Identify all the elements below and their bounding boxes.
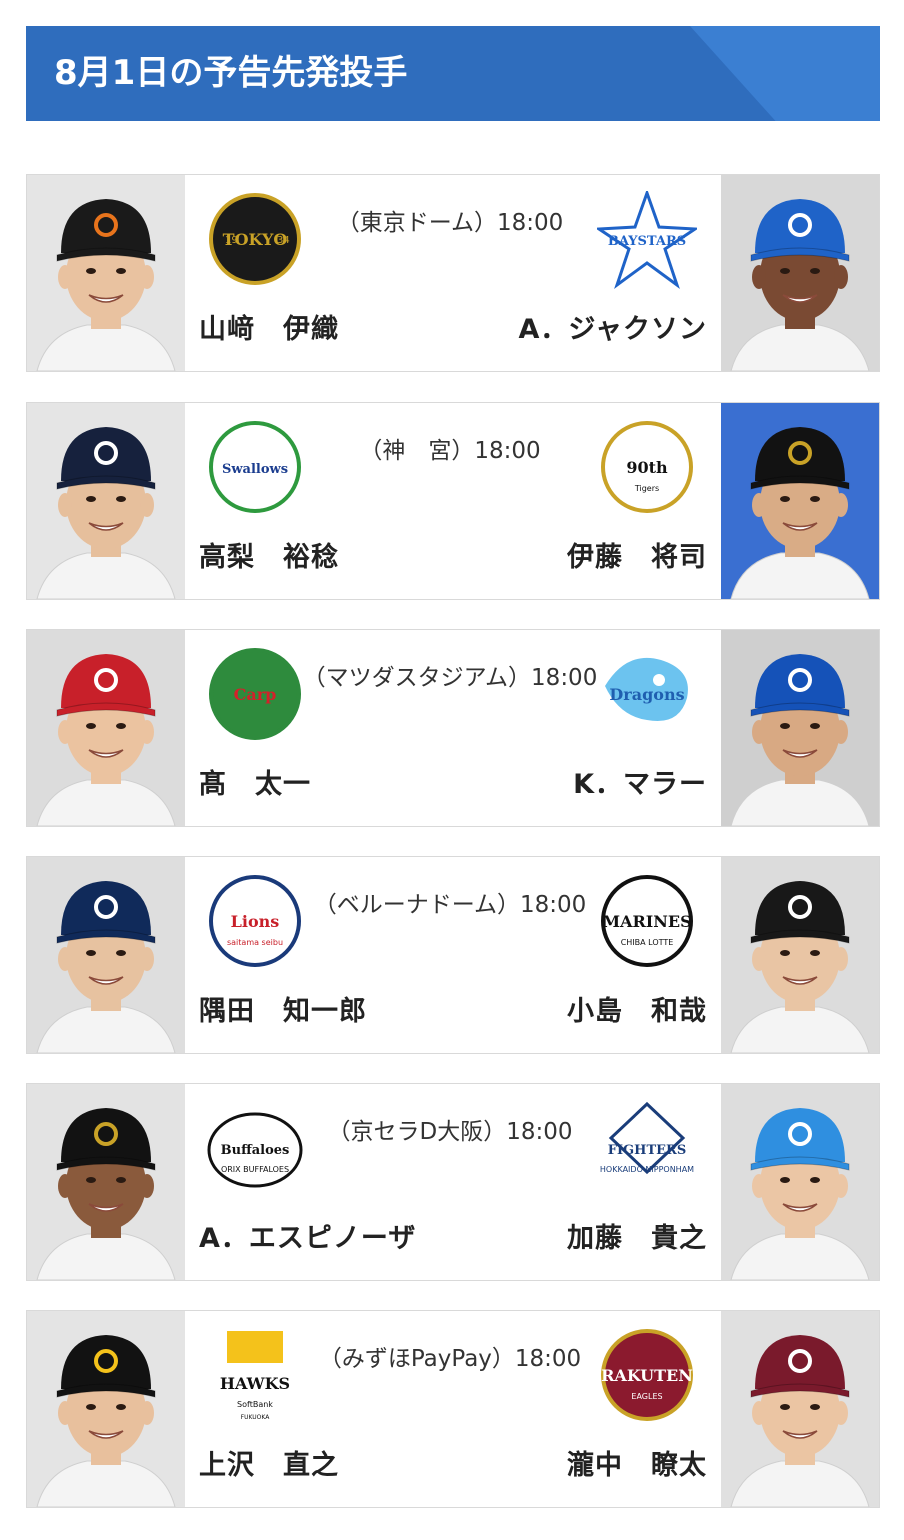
carp-logo-wordmark: Carp: [234, 685, 277, 704]
away-pitcher-name[interactable]: 小島 和哉: [567, 989, 707, 1028]
svg-text:FUKUOKA: FUKUOKA: [241, 1414, 271, 1421]
page-header: 8月1日の予告先発投手: [26, 26, 880, 121]
away-pitcher-photo: [721, 857, 879, 1053]
game-card[interactable]: HAWKS SoftBank FUKUOKA RAKUTEN EAGLES （みずほPay…: [26, 1310, 880, 1508]
away-pitcher-photo: [721, 1311, 879, 1507]
game-card[interactable]: Carp Dragons （マツダスタジアム）18:00 髙 太一 K．マラー: [26, 629, 880, 827]
hawks-logo-wordmark: HAWKS: [220, 1374, 290, 1393]
home-pitcher-name[interactable]: 山﨑 伊織: [199, 307, 339, 346]
game-card[interactable]: Buffaloes ORIX BUFFALOES FIGHTERS HOKKAIDO …: [26, 1083, 880, 1281]
home-pitcher-photo: [27, 630, 185, 826]
eagles-logo-subtext: EAGLES: [631, 1392, 662, 1401]
marines-logo-subtext: CHIBA LOTTE: [621, 938, 674, 947]
home-pitcher-photo: [27, 1311, 185, 1507]
home-pitcher-photo: [27, 1084, 185, 1280]
away-pitcher-name[interactable]: 加藤 貴之: [567, 1216, 707, 1255]
tigers-90th-logo-subtext: Tigers: [634, 484, 659, 493]
venue-time: （東京ドーム）18:00: [336, 210, 564, 236]
header-stripe-decoration: [690, 26, 880, 121]
game-card[interactable]: TOKYO 19 34 BAYSTARS （東京ドーム）18:00 山﨑 伊織 A．ジャクソ…: [26, 174, 880, 372]
fighters-logo-subtext: HOKKAIDO NIPPONHAM: [600, 1165, 694, 1174]
venue-time: （マツダスタジアム）18:00: [302, 665, 598, 691]
game-card[interactable]: Swallows 90th Tigers （神 宮）18:00 高梨 裕稔 伊藤 将司: [26, 402, 880, 600]
venue-time: （みずほPayPay）18:00: [318, 1346, 582, 1372]
tigers-90th-logo-wordmark: 90th: [626, 458, 668, 477]
away-pitcher-photo: [721, 403, 879, 599]
home-pitcher-name[interactable]: 隅田 知一郎: [199, 989, 367, 1028]
game-card[interactable]: Lions saitama seibu MARINES CHIBA LOTTE （ベルー…: [26, 856, 880, 1054]
venue-time: （ベルーナドーム）18:00: [313, 892, 587, 918]
svg-text:19: 19: [225, 235, 238, 246]
home-pitcher-photo: [27, 403, 185, 599]
home-pitcher-photo: [27, 857, 185, 1053]
home-pitcher-name[interactable]: 高梨 裕稔: [199, 535, 339, 574]
away-pitcher-name[interactable]: 瀧中 瞭太: [567, 1443, 707, 1482]
away-pitcher-photo: [721, 1084, 879, 1280]
lions-logo-subtext: saitama seibu: [227, 938, 283, 947]
away-pitcher-photo: [721, 175, 879, 371]
venue-time: （神 宮）18:00: [359, 438, 541, 464]
home-pitcher-photo: [27, 175, 185, 371]
away-pitcher-name[interactable]: 伊藤 将司: [567, 535, 707, 574]
away-pitcher-name[interactable]: A．ジャクソン: [518, 307, 707, 346]
home-pitcher-name[interactable]: 上沢 直之: [199, 1443, 339, 1482]
hawks-logo-subtext: SoftBank: [237, 1400, 273, 1409]
page-title: 8月1日の予告先発投手: [54, 53, 408, 93]
home-pitcher-name[interactable]: 髙 太一: [199, 762, 311, 801]
buffaloes-logo-subtext: ORIX BUFFALOES: [221, 1165, 289, 1174]
away-pitcher-photo: [721, 630, 879, 826]
lions-logo-wordmark: Lions: [231, 912, 280, 931]
home-pitcher-name[interactable]: A．エスピノーザ: [199, 1216, 416, 1255]
away-pitcher-name[interactable]: K．マラー: [573, 762, 707, 801]
venue-time: （京セラD大阪）18:00: [327, 1119, 573, 1145]
